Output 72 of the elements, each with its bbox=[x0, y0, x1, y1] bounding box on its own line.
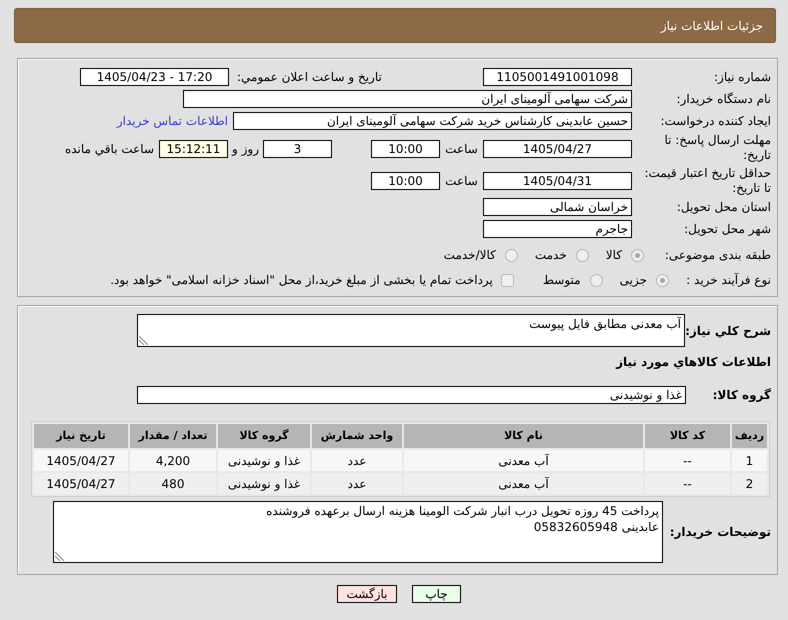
column-header: کد کالا bbox=[645, 424, 730, 448]
radio-button[interactable] bbox=[590, 274, 603, 286]
table-cell: غذا و نوشیدنی bbox=[218, 473, 310, 494]
table-cell: 1405/04/27 bbox=[34, 450, 128, 471]
date-field[interactable]: 1405/04/27 bbox=[483, 140, 632, 158]
table-cell: آب معدنی bbox=[404, 473, 643, 494]
option-label: جزیی bbox=[620, 272, 647, 289]
checkbox-label: پرداخت تمام یا بخشی از مبلغ خرید،از محل "اسناد خزانه اسلامی" خواهد بود. bbox=[110, 272, 493, 289]
page-title: جزئیات اطلاعات نیاز bbox=[660, 18, 763, 34]
field-label: ساعت باقي مانده bbox=[64, 141, 154, 158]
option-label: خدمت bbox=[534, 247, 567, 264]
requester-field[interactable]: حسین عابدینی کارشناس خرید شرکت سهامی آلومینای ایران bbox=[233, 112, 632, 130]
city-field[interactable]: جاجرم bbox=[483, 220, 632, 238]
option-label: کالا bbox=[606, 247, 622, 264]
column-header: گروه کالا bbox=[218, 424, 310, 448]
table-cell: عدد bbox=[312, 450, 402, 471]
time-field[interactable]: 10:00 bbox=[371, 172, 440, 190]
radio-button[interactable] bbox=[504, 248, 518, 262]
field-label: مهلت ارسال پاسخ: تا تاریخ: bbox=[663, 132, 771, 163]
field-label: ساعت bbox=[444, 141, 479, 158]
days-field[interactable]: 3 bbox=[263, 140, 332, 158]
table-cell: 2 bbox=[732, 473, 767, 494]
table-cell: -- bbox=[645, 473, 730, 494]
column-header: واحد شمارش bbox=[312, 424, 402, 448]
radio-button[interactable] bbox=[656, 274, 669, 286]
field-label: نوع فرآیند خرید : bbox=[685, 272, 771, 289]
time-field[interactable]: 10:00 bbox=[371, 140, 440, 158]
table-cell: 480 bbox=[130, 473, 216, 494]
column-header: تاریخ نیاز bbox=[34, 424, 128, 448]
field-label: شهر محل تحویل: bbox=[683, 221, 771, 238]
field-label: گروه کالا: bbox=[712, 387, 771, 404]
resize-grip-icon[interactable] bbox=[139, 336, 148, 345]
need-number-field[interactable]: 1105001491001098 bbox=[483, 68, 632, 86]
field-label: نام دستگاه خریدار: bbox=[676, 91, 771, 108]
print-button[interactable]: چاپ bbox=[412, 585, 461, 603]
field-label: شماره نیاز: bbox=[713, 69, 771, 86]
column-header: ردیف bbox=[732, 424, 767, 448]
field-label: استان محل تحویل: bbox=[676, 199, 771, 216]
table-cell: 1 bbox=[732, 450, 767, 471]
table-cell: آب معدنی bbox=[404, 450, 643, 471]
description-field[interactable]: آب معدنی مطابق فایل پیوست bbox=[137, 314, 685, 347]
resize-grip-icon[interactable] bbox=[55, 552, 64, 561]
table-cell: -- bbox=[645, 450, 730, 471]
checkbox[interactable] bbox=[500, 274, 514, 286]
option-label: متوسط bbox=[542, 272, 581, 289]
field-label: توضیحات خریدار: bbox=[668, 524, 771, 541]
contact-link[interactable]: اطلاعات تماس خریدار bbox=[116, 112, 228, 130]
table-cell: 1405/04/27 bbox=[34, 473, 128, 494]
notes-field[interactable]: پرداخت 45 روزه تحویل درب انبار شرکت الومینا هزینه ارسال برعهده فروشنده عابدینی 05832605948 bbox=[53, 501, 663, 563]
field-label: ایجاد کننده درخواست: bbox=[659, 113, 771, 130]
buyer-organization-field[interactable]: شرکت سهامی آلومینای ایران bbox=[183, 90, 632, 108]
column-header: تعداد / مقدار bbox=[130, 424, 216, 448]
table-cell: عدد bbox=[312, 473, 402, 494]
radio-button[interactable] bbox=[576, 248, 589, 262]
section-title: اطلاعات کالاهاي مورد نیاز bbox=[614, 354, 771, 371]
field-label: روز و bbox=[230, 141, 260, 158]
remaining-time-field[interactable]: 15:12:11 bbox=[159, 140, 228, 158]
back-button[interactable]: بازگشت bbox=[337, 585, 397, 603]
radio-button[interactable] bbox=[631, 248, 644, 262]
field-label: شرح کلي نیاز: bbox=[685, 322, 771, 340]
goods-group-field[interactable]: غذا و نوشیدنی bbox=[137, 386, 686, 404]
announcement-date-field[interactable]: 1405/04/23 - 17:20 bbox=[80, 68, 229, 86]
province-field[interactable]: خراسان شمالی bbox=[483, 198, 632, 216]
field-label: ساعت bbox=[444, 173, 479, 190]
option-label: کالا/خدمت bbox=[444, 247, 496, 264]
column-header: نام کالا bbox=[404, 424, 643, 448]
table-cell: 4,200 bbox=[130, 450, 216, 471]
date-field[interactable]: 1405/04/31 bbox=[483, 172, 632, 190]
field-label: حداقل تاریخ اعتبار قیمت: تا تاریخ: bbox=[643, 166, 771, 196]
table-cell: غذا و نوشیدنی bbox=[218, 450, 310, 471]
field-label: طبقه بندی موضوعی: bbox=[664, 247, 771, 264]
field-label: تاریخ و ساعت اعلان عمومي: bbox=[236, 69, 383, 86]
